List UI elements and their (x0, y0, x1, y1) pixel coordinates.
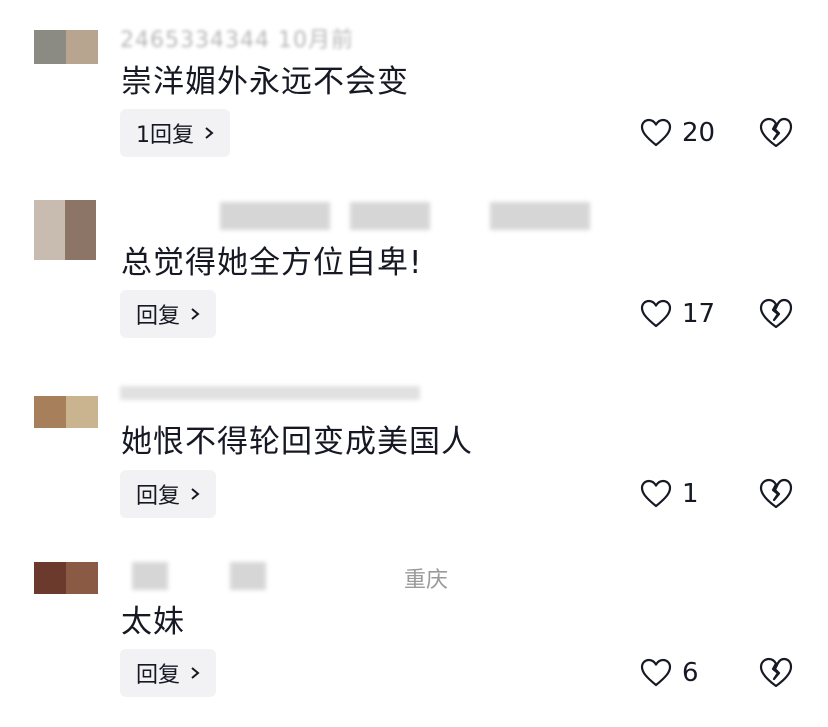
broken-heart-icon[interactable] (758, 476, 794, 512)
comment-item: 2465334344 10月前 崇洋媚外永远不会变 1回复 20 (0, 0, 828, 180)
reply-label: 1回复 (136, 123, 194, 148)
comment-text: 崇洋媚外永远不会变 (121, 64, 409, 100)
avatar[interactable] (34, 396, 98, 428)
reply-button[interactable]: 回复 (120, 290, 217, 338)
comment-item: 她恨不得轮回变成美国人 回复 1 (0, 360, 828, 540)
heart-outline-icon (640, 299, 672, 328)
comment-meta: 2465334344 10月前 (120, 14, 600, 53)
like-button[interactable]: 20 (640, 113, 715, 153)
username-blurred[interactable] (120, 386, 420, 400)
comment-meta: 重庆 (120, 558, 600, 593)
username-blurred (490, 202, 590, 230)
comment-meta (120, 198, 600, 232)
broken-heart-icon[interactable] (758, 115, 794, 151)
avatar[interactable] (34, 562, 98, 594)
comment-meta (120, 376, 600, 410)
username-blurred (350, 202, 430, 230)
broken-heart-icon[interactable] (758, 296, 794, 332)
heart-outline-icon (640, 479, 672, 508)
reply-label: 回复 (136, 663, 181, 688)
reply-button[interactable]: 1回复 (120, 109, 230, 157)
reply-label: 回复 (136, 304, 181, 329)
chevron-right-icon (205, 127, 214, 139)
like-button[interactable]: 6 (640, 653, 699, 693)
chevron-right-icon (191, 488, 200, 500)
heart-outline-icon (640, 118, 672, 147)
like-button[interactable]: 17 (640, 294, 715, 334)
broken-heart-icon[interactable] (758, 655, 794, 691)
like-button[interactable]: 1 (640, 474, 699, 514)
avatar[interactable] (34, 200, 96, 260)
comment-text: 她恨不得轮回变成美国人 (121, 424, 473, 460)
like-count: 1 (682, 479, 699, 509)
ip-location: 重庆 (404, 568, 449, 593)
username[interactable]: 2465334344 10月前 (120, 22, 354, 54)
like-count: 6 (682, 658, 699, 688)
like-count: 17 (682, 299, 716, 329)
reply-label: 回复 (136, 484, 181, 509)
like-count: 20 (682, 118, 716, 148)
reply-button[interactable]: 回复 (120, 470, 217, 518)
username-blurred (230, 562, 266, 590)
avatar[interactable] (34, 30, 98, 64)
comment-item: 总觉得她全方位自卑! 回复 17 (0, 180, 828, 360)
username-blurred[interactable] (132, 562, 168, 590)
reply-button[interactable]: 回复 (120, 649, 217, 697)
chevron-right-icon (191, 308, 200, 320)
heart-outline-icon (640, 658, 672, 687)
comment-text: 太妹 (121, 604, 185, 640)
chevron-right-icon (191, 667, 200, 679)
comment-text: 总觉得她全方位自卑! (121, 245, 423, 281)
comment-item: 重庆 太妹 回复 6 (0, 540, 828, 720)
username-blurred[interactable] (220, 202, 330, 230)
